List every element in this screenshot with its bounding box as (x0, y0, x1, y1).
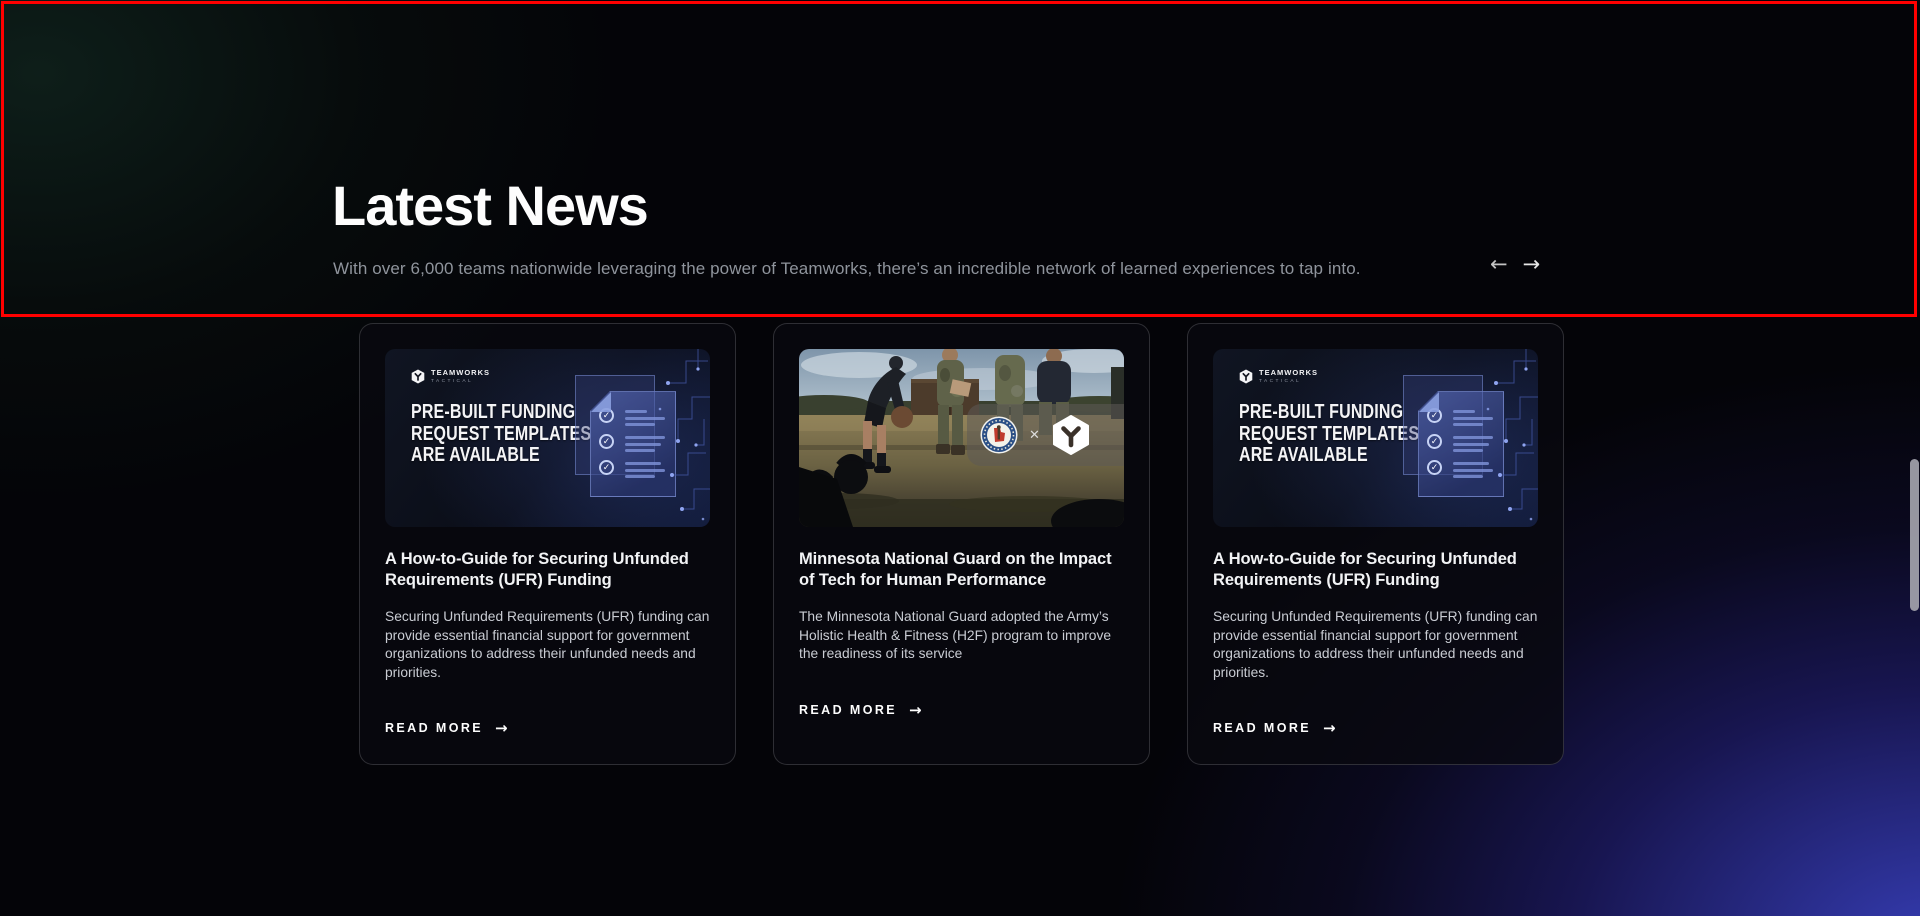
card-body: Securing Unfunded Requirements (UFR) fun… (1213, 608, 1538, 682)
carousel-prev-button[interactable]: ← (1488, 250, 1510, 278)
card-body: The Minnesota National Guard adopted the… (799, 608, 1124, 664)
news-card[interactable]: TEAMWORKS TACTICAL PRE-BUILT FUNDING REQ… (359, 323, 736, 765)
circuit-decoration (1476, 349, 1538, 527)
read-more-label: READ MORE (1213, 721, 1311, 735)
partnership-x-icon: ✕ (1029, 428, 1040, 443)
carousel-next-button[interactable]: → (1521, 250, 1543, 278)
arrow-left-icon: ← (1490, 252, 1508, 276)
brand-subname: TACTICAL (1259, 379, 1318, 384)
card-thumbnail-photo: ✕ (799, 349, 1124, 527)
arrow-right-icon: → (1523, 252, 1541, 276)
read-more-label: READ MORE (799, 703, 897, 717)
scrollbar-thumb[interactable] (1910, 459, 1919, 611)
partnership-badge: ✕ (967, 404, 1124, 466)
arrow-right-icon: → (909, 701, 922, 719)
checkmark-icon: ✓ (599, 434, 614, 449)
teamworks-hex-icon (1051, 415, 1091, 455)
brand-subname: TACTICAL (431, 379, 490, 384)
card-body: Securing Unfunded Requirements (UFR) fun… (385, 608, 710, 682)
teamworks-hex-icon (1239, 369, 1253, 384)
minnesota-national-guard-seal-icon (980, 416, 1018, 454)
carousel-nav: ← → (1488, 250, 1542, 278)
promo-headline: PRE-BUILT FUNDING REQUEST TEMPLATES ARE … (411, 402, 591, 467)
read-more-link[interactable]: READ MORE → (385, 719, 710, 737)
teamworks-hex-icon (411, 369, 425, 384)
promo-headline: PRE-BUILT FUNDING REQUEST TEMPLATES ARE … (1239, 402, 1419, 467)
news-card[interactable]: ✕ Minnesota National Guard on the Impact… (773, 323, 1150, 765)
read-more-link[interactable]: READ MORE → (1213, 719, 1538, 737)
read-more-link[interactable]: READ MORE → (799, 701, 1124, 719)
card-title: Minnesota National Guard on the Impact o… (799, 549, 1124, 591)
teamworks-tactical-logo: TEAMWORKS TACTICAL (411, 368, 490, 384)
card-thumbnail-promo: TEAMWORKS TACTICAL PRE-BUILT FUNDING REQ… (385, 349, 710, 527)
checkmark-icon: ✓ (1427, 434, 1442, 449)
brand-name: TEAMWORKS (1259, 368, 1318, 377)
card-title: A How-to-Guide for Securing Unfunded Req… (1213, 549, 1538, 591)
circuit-decoration (648, 349, 710, 527)
card-thumbnail-promo: TEAMWORKS TACTICAL PRE-BUILT FUNDING REQ… (1213, 349, 1538, 527)
section-subtitle: With over 6,000 teams nationwide leverag… (333, 258, 1492, 280)
read-more-label: READ MORE (385, 721, 483, 735)
arrow-right-icon: → (1323, 719, 1336, 737)
card-title: A How-to-Guide for Securing Unfunded Req… (385, 549, 710, 591)
section-header: Latest News With over 6,000 teams nation… (332, 176, 1492, 280)
arrow-right-icon: → (495, 719, 508, 737)
news-cards-row: TEAMWORKS TACTICAL PRE-BUILT FUNDING REQ… (359, 323, 1564, 765)
checkmark-icon: ✓ (599, 460, 614, 475)
section-title: Latest News (332, 176, 1492, 236)
news-card[interactable]: TEAMWORKS TACTICAL PRE-BUILT FUNDING REQ… (1187, 323, 1564, 765)
brand-name: TEAMWORKS (431, 368, 490, 377)
teamworks-tactical-logo: TEAMWORKS TACTICAL (1239, 368, 1318, 384)
checkmark-icon: ✓ (1427, 460, 1442, 475)
